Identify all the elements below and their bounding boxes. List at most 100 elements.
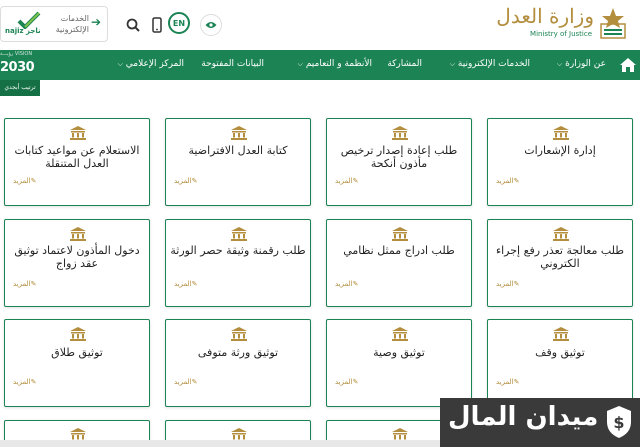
more-label: المزيد bbox=[174, 177, 192, 185]
link-icon: ✎ bbox=[352, 177, 359, 185]
institution-icon bbox=[231, 125, 247, 140]
link-icon: ✎ bbox=[352, 280, 359, 288]
more-link[interactable]: ✎المزيد bbox=[174, 280, 201, 288]
service-card[interactable]: توثيق ورثة متوفى ✎المزيد bbox=[165, 319, 311, 407]
more-label: المزيد bbox=[13, 177, 31, 185]
service-card[interactable]: كتابة العدل الافتراضية ✎المزيد bbox=[165, 118, 311, 206]
link-icon: ✎ bbox=[513, 378, 520, 386]
institution-icon bbox=[553, 125, 569, 140]
bottom-strip bbox=[0, 440, 440, 447]
more-label: المزيد bbox=[335, 280, 353, 288]
more-link[interactable]: ✎المزيد bbox=[174, 378, 201, 386]
service-title: توثيق وصية bbox=[373, 346, 425, 359]
home-icon[interactable] bbox=[618, 55, 638, 75]
more-label: المزيد bbox=[13, 280, 31, 288]
najiz-logo-text: najiz ناجز bbox=[5, 27, 41, 35]
link-icon: ✎ bbox=[191, 177, 198, 185]
ministry-logo[interactable]: وزارة العدل Ministry of Justice bbox=[496, 4, 632, 44]
service-card[interactable]: توثيق وقف ✎المزيد bbox=[487, 319, 633, 407]
service-title: طلب رقمنة وثيقة حصر الورثة bbox=[170, 244, 306, 257]
link-icon: ✎ bbox=[30, 177, 37, 185]
service-title: طلب ادراج ممثل نظامي bbox=[343, 244, 455, 257]
ministry-name-en: Ministry of Justice bbox=[530, 30, 592, 38]
vision-2030-logo: رؤيـــة VISION 2030 bbox=[0, 50, 44, 80]
nav-about[interactable]: ⌵ عن الوزارة bbox=[555, 59, 606, 69]
more-link[interactable]: ✎المزيد bbox=[496, 280, 523, 288]
institution-icon bbox=[392, 326, 408, 341]
service-title: طلب إعادة إصدار ترخيص مأذون أنكحة bbox=[340, 144, 458, 170]
najiz-label: الخدمات الإلكترونية bbox=[55, 14, 89, 34]
svg-text:$: $ bbox=[613, 413, 624, 432]
najiz-eservices-link[interactable]: ➔ الخدمات الإلكترونية najiz ناجز bbox=[0, 6, 108, 42]
nav-participation[interactable]: المشاركة bbox=[387, 59, 422, 69]
more-label: المزيد bbox=[335, 177, 353, 185]
link-icon: ✎ bbox=[30, 378, 37, 386]
more-link[interactable]: ✎المزيد bbox=[335, 378, 362, 386]
service-card[interactable]: توثيق طلاق ✎المزيد bbox=[4, 319, 150, 407]
watermark-text: ميدان المال bbox=[448, 402, 599, 432]
more-link[interactable]: ✎المزيد bbox=[174, 177, 201, 185]
nav-open-data[interactable]: البيانات المفتوحة bbox=[201, 59, 264, 69]
link-icon: ✎ bbox=[513, 280, 520, 288]
ministry-name-ar: وزارة العدل bbox=[496, 4, 594, 28]
nav-media-center[interactable]: ⌵ المركز الإعلامي bbox=[116, 59, 184, 69]
service-card[interactable]: توثيق وصية ✎المزيد bbox=[326, 319, 472, 407]
more-link[interactable]: ✎المزيد bbox=[335, 280, 362, 288]
institution-icon bbox=[231, 226, 247, 241]
login-arrow-icon: ➔ bbox=[91, 15, 102, 29]
more-link[interactable]: ✎المزيد bbox=[335, 177, 362, 185]
more-label: المزيد bbox=[496, 177, 514, 185]
service-card[interactable]: الاستعلام عن مواعيد كتابات العدل المتنقل… bbox=[4, 118, 150, 206]
site-header: وزارة العدل Ministry of Justice EN ➔ الخ… bbox=[0, 0, 640, 50]
institution-icon bbox=[70, 226, 86, 241]
najiz-logo: najiz ناجز bbox=[5, 11, 49, 39]
link-icon: ✎ bbox=[352, 378, 359, 386]
service-card[interactable]: طلب ادراج ممثل نظامي ✎المزيد bbox=[326, 219, 472, 307]
service-title: توثيق ورثة متوفى bbox=[197, 346, 279, 359]
mobile-icon[interactable] bbox=[146, 14, 168, 36]
service-card[interactable]: طلب معالجة تعذر رفع إجراء الكتروني ✎المزي… bbox=[487, 219, 633, 307]
service-card[interactable]: دخول المأذون لاعتماد توثيق عقد زواج ✎المز… bbox=[4, 219, 150, 307]
more-label: المزيد bbox=[174, 378, 192, 386]
watermark: ميدان المال $ bbox=[440, 398, 640, 447]
service-title: إدارة الإشعارات bbox=[524, 144, 596, 157]
more-link[interactable]: ✎المزيد bbox=[13, 177, 40, 185]
service-card[interactable]: طلب رقمنة وثيقة حصر الورثة ✎المزيد bbox=[165, 219, 311, 307]
institution-icon bbox=[553, 226, 569, 241]
more-link[interactable]: ✎المزيد bbox=[13, 280, 40, 288]
accessibility-eye-icon[interactable] bbox=[200, 14, 222, 36]
more-link[interactable]: ✎المزيد bbox=[13, 378, 40, 386]
institution-icon bbox=[231, 326, 247, 341]
institution-icon bbox=[392, 427, 408, 442]
service-title: توثيق وقف bbox=[535, 346, 585, 359]
service-card[interactable]: طلب إعادة إصدار ترخيص مأذون أنكحة ✎المزيد bbox=[326, 118, 472, 206]
institution-icon bbox=[392, 226, 408, 241]
nav-eservices[interactable]: ⌵ الخدمات الإلكترونية bbox=[448, 59, 530, 69]
service-title: توثيق طلاق bbox=[51, 346, 103, 359]
link-icon: ✎ bbox=[191, 280, 198, 288]
more-link[interactable]: ✎المزيد bbox=[496, 177, 523, 185]
institution-icon bbox=[70, 326, 86, 341]
sort-alphabetical-button[interactable]: ترتيب أبجدي bbox=[0, 80, 40, 96]
service-title: كتابة العدل الافتراضية bbox=[188, 144, 288, 157]
service-title: دخول المأذون لاعتماد توثيق عقد زواج bbox=[14, 244, 140, 270]
shield-dollar-icon: $ bbox=[607, 406, 631, 438]
more-label: المزيد bbox=[496, 280, 514, 288]
more-link[interactable]: ✎المزيد bbox=[496, 378, 523, 386]
language-toggle-button[interactable]: EN bbox=[168, 12, 190, 34]
service-title: الاستعلام عن مواعيد كتابات العدل المتنقل… bbox=[14, 144, 140, 170]
vision-label: رؤيـــة VISION bbox=[0, 51, 33, 57]
institution-icon bbox=[553, 326, 569, 341]
institution-icon bbox=[392, 125, 408, 140]
service-card[interactable]: إدارة الإشعارات ✎المزيد bbox=[487, 118, 633, 206]
institution-icon bbox=[70, 125, 86, 140]
institution-icon bbox=[231, 427, 247, 442]
link-icon: ✎ bbox=[191, 378, 198, 386]
nav-regulations[interactable]: ⌵ الأنظمة و التعاميم bbox=[296, 59, 372, 69]
service-card-partial[interactable] bbox=[4, 420, 150, 442]
search-icon[interactable] bbox=[122, 14, 144, 36]
more-label: المزيد bbox=[335, 378, 353, 386]
emblem-icon bbox=[600, 8, 626, 39]
more-label: المزيد bbox=[174, 280, 192, 288]
service-card-partial[interactable] bbox=[165, 420, 311, 442]
